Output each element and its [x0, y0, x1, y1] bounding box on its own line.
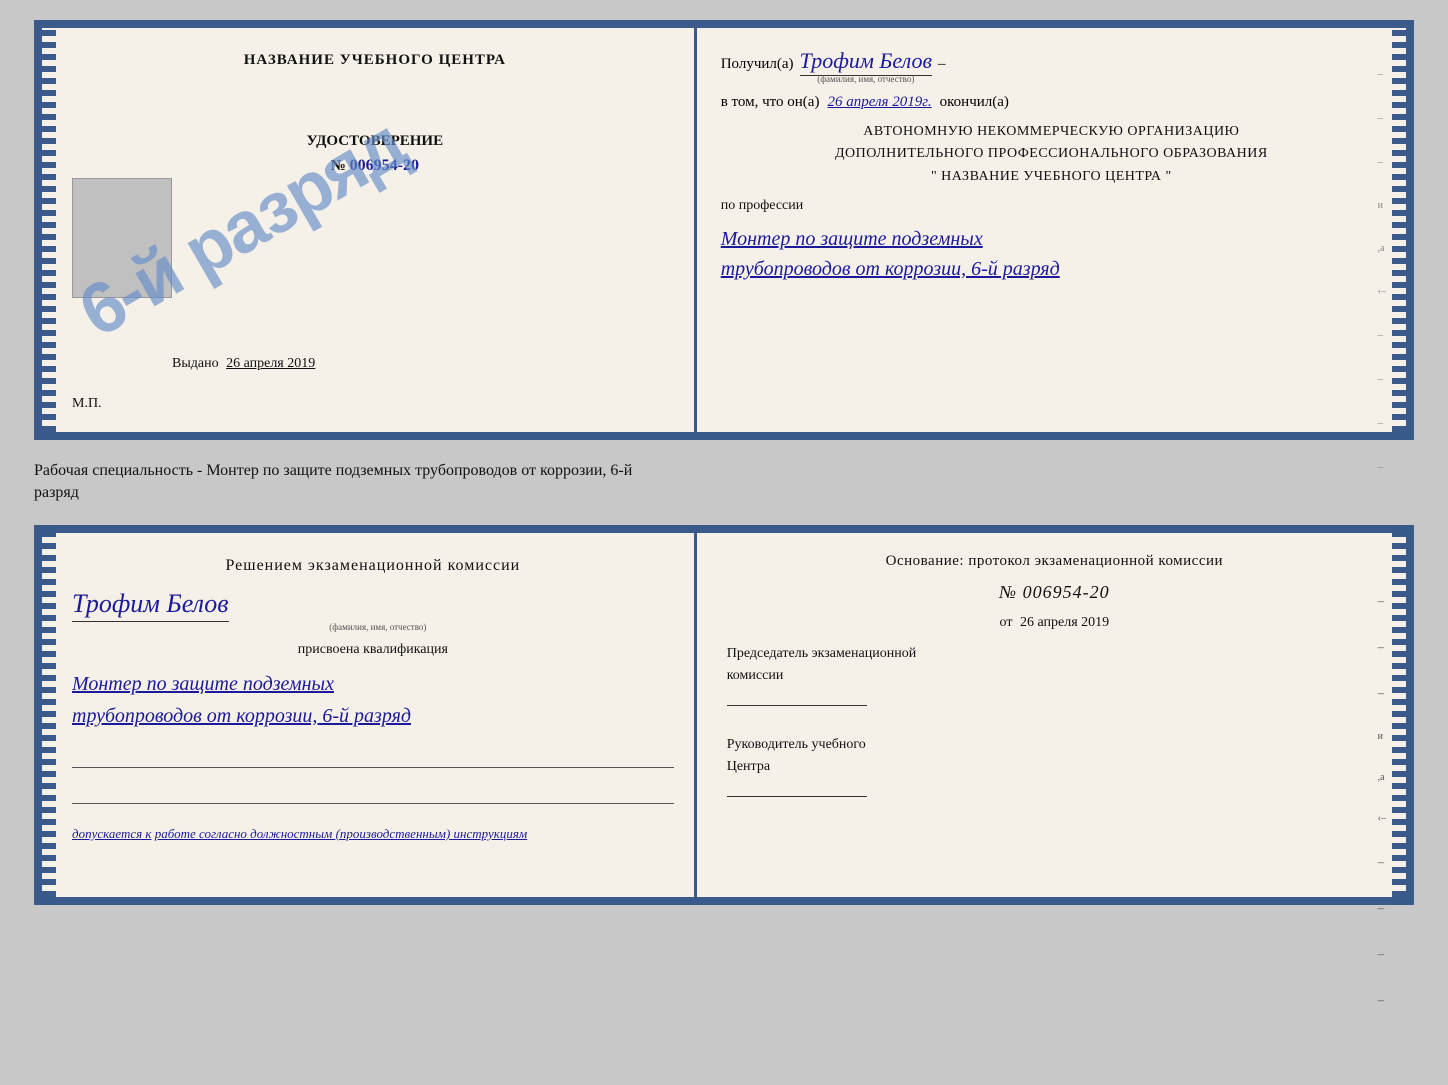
cert-right-panel: Получил(a) Трофим Белов (фамилия, имя, о… [697, 28, 1406, 432]
separator-text: Рабочая специальность - Монтер по защите… [34, 456, 1414, 509]
okonchil-label: окончил(а) [940, 94, 1009, 111]
prisvoena-label: присвоена квалификация [72, 642, 674, 658]
poluchil-name: Трофим Белов [800, 48, 932, 76]
udostoverenie-block: УДОСТОВЕРЕНИЕ № 006954-20 [307, 129, 444, 179]
udostoverenie-label: УДОСТОВЕРЕНИЕ [307, 129, 444, 153]
lower-name-wrapper: Трофим Белов (фамилия, имя, отчество) [72, 585, 674, 632]
udostoverenie-number: № 006954-20 [307, 153, 444, 179]
vydano-date: 26 апреля 2019 [226, 356, 315, 371]
po-professii-label: по профессии [721, 198, 1382, 214]
lower-left-panel: Решением экзаменационной комиссии Трофим… [42, 533, 697, 897]
reshenie-title: Решением экзаменационной комиссии [72, 557, 674, 575]
rukovoditel-signature-line [727, 779, 867, 797]
cert-left-panel: НАЗВАНИЕ УЧЕБНОГО ЦЕНТРА 6-й разряд УДОС… [42, 28, 697, 432]
org-line3: " НАЗВАНИЕ УЧЕБНОГО ЦЕНТРА " [721, 166, 1382, 188]
org-text: АВТОНОМНУЮ НЕКОММЕРЧЕСКУЮ ОРГАНИЗАЦИЮ ДО… [721, 121, 1382, 188]
separator-line2: разряд [34, 482, 1414, 504]
vtom-label: в том, что он(а) [721, 94, 820, 111]
cert-right-content: Получил(a) Трофим Белов (фамилия, имя, о… [721, 48, 1382, 284]
vtom-row: в том, что он(а) 26 апреля 2019г. окончи… [721, 94, 1382, 111]
professiya-line1: Монтер по защите подземных [721, 224, 1382, 254]
cert-left-title: НАЗВАНИЕ УЧЕБНОГО ЦЕНТРА [244, 52, 506, 69]
poluchil-row: Получил(a) Трофим Белов (фамилия, имя, о… [721, 48, 1382, 84]
certificate-top: НАЗВАНИЕ УЧЕБНОГО ЦЕНТРА 6-й разряд УДОС… [34, 20, 1414, 440]
fio-label-top: (фамилия, имя, отчество) [800, 74, 932, 84]
lower-qual-line1: Монтер по защите подземных [72, 668, 674, 700]
number-value: 006954-20 [350, 157, 419, 174]
vydano-block: Выдано 26 апреля 2019 [172, 356, 315, 372]
poluchil-name-wrapper: Трофим Белов (фамилия, имя, отчество) [800, 48, 932, 84]
professiya-line2: трубопроводов от коррозии, 6-й разряд [721, 254, 1382, 284]
mp-block: М.П. [72, 396, 102, 412]
vtom-date: 26 апреля 2019г. [827, 94, 931, 111]
predsedatel-block: Председатель экзаменационной комиссии [727, 643, 1382, 714]
ot-label: от [1000, 615, 1013, 630]
vydano-label: Выдано [172, 356, 219, 371]
ot-date: 26 апреля 2019 [1020, 615, 1109, 630]
protokol-number: № 006954-20 [727, 582, 1382, 603]
rukovoditel-block: Руководитель учебного Центра [727, 734, 1382, 805]
predsedatel-line1: Председатель экзаменационной [727, 643, 1382, 665]
dash-1: – [938, 56, 946, 73]
predsedatel-line2: комиссии [727, 665, 1382, 687]
lower-qual: Монтер по защите подземных трубопроводов… [72, 668, 674, 732]
blank-line-1 [72, 746, 674, 768]
lower-fio-label: (фамилия, имя, отчество) [82, 622, 674, 632]
dopuskaetsya-label: допускается к [72, 826, 152, 841]
number-prefix: № [331, 158, 346, 174]
poluchil-label: Получил(a) [721, 56, 794, 73]
osnovanie-title: Основание: протокол экзаменационной коми… [727, 553, 1382, 570]
lower-right-panel: Основание: протокол экзаменационной коми… [697, 533, 1406, 897]
rukovoditel-line1: Руководитель учебного [727, 734, 1382, 756]
cert-right-margins: ––– и ,а ‹– –––– [1378, 68, 1386, 473]
professiya-top: Монтер по защите подземных трубопроводов… [721, 224, 1382, 284]
org-line1: АВТОНОМНУЮ НЕКОММЕРЧЕСКУЮ ОРГАНИЗАЦИЮ [721, 121, 1382, 143]
protokol-date: от 26 апреля 2019 [727, 615, 1382, 631]
right-margin-lines-bottom: ––– и ,а ‹– –––– [1378, 593, 1386, 1008]
org-line2: ДОПОЛНИТЕЛЬНОГО ПРОФЕССИОНАЛЬНОГО ОБРАЗО… [721, 143, 1382, 165]
dopuskaetsya-block: допускается к работе согласно должностны… [72, 826, 674, 842]
dopuskaetsya-value: работе согласно должностным (производств… [155, 826, 527, 841]
rukovoditel-line2: Центра [727, 756, 1382, 778]
certificate-bottom: Решением экзаменационной комиссии Трофим… [34, 525, 1414, 905]
cert-photo [72, 178, 172, 298]
blank-line-2 [72, 782, 674, 804]
predsedatel-signature-line [727, 688, 867, 706]
mp-label: М.П. [72, 396, 102, 411]
lower-name: Трофим Белов [72, 589, 229, 622]
lower-qual-line2: трубопроводов от коррозии, 6-й разряд [72, 700, 674, 732]
separator-line1: Рабочая специальность - Монтер по защите… [34, 460, 1414, 482]
